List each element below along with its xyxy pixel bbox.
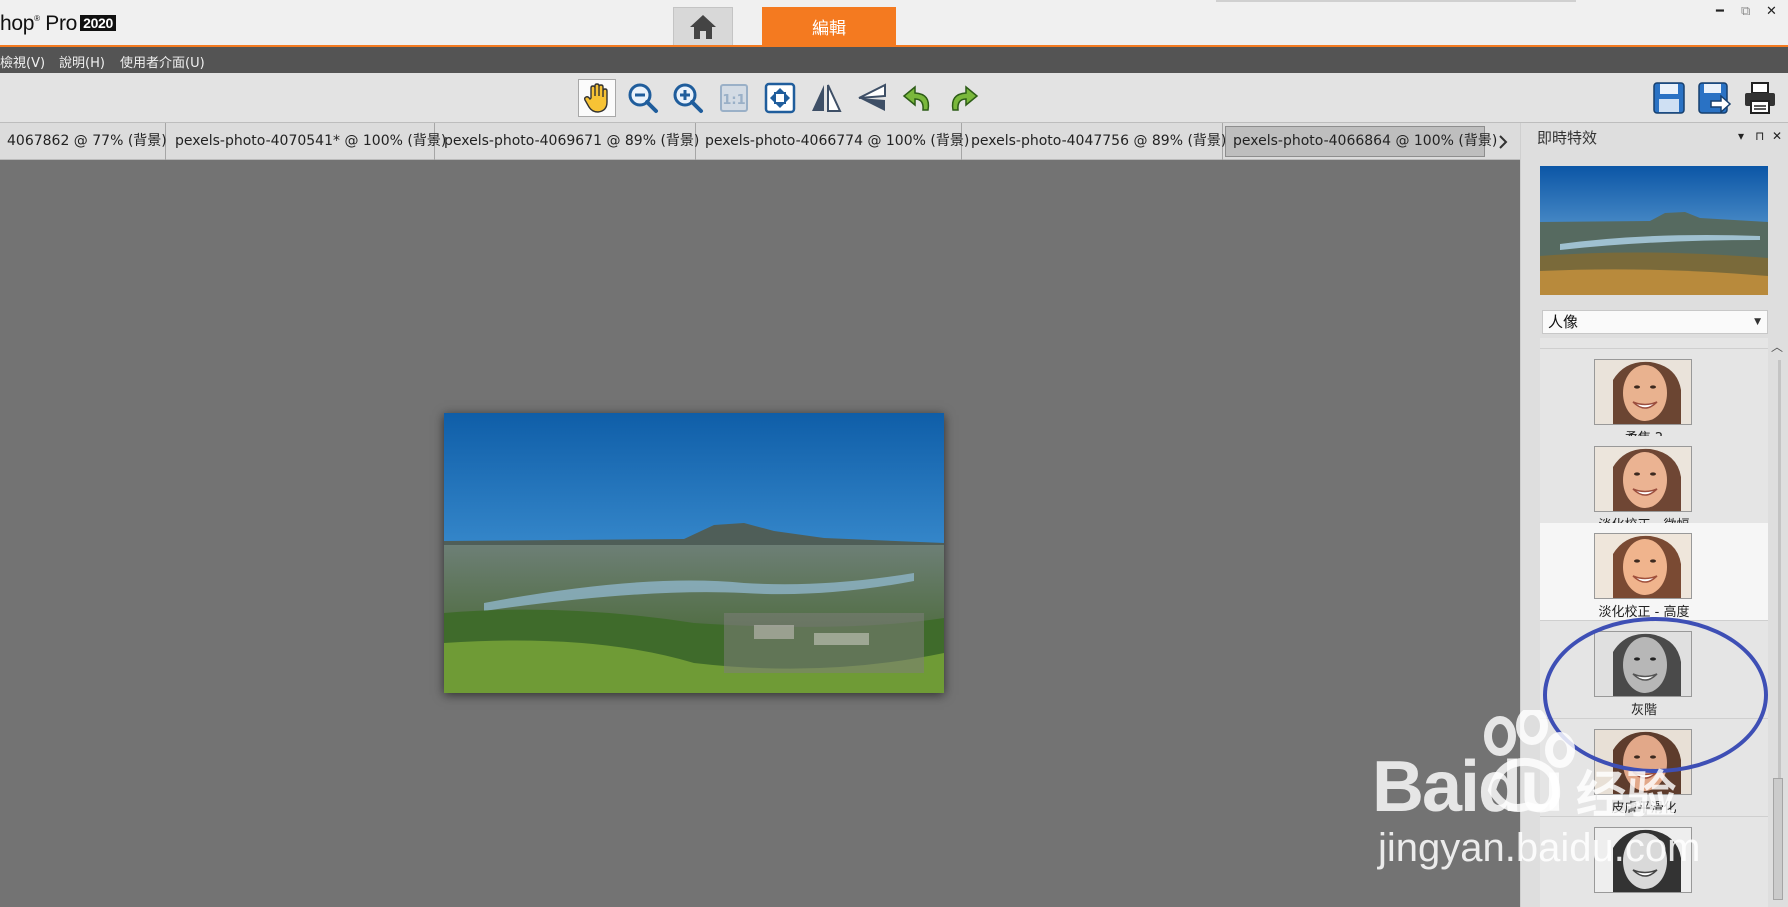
zoom-in-icon bbox=[673, 83, 703, 113]
rotate-right-icon bbox=[951, 85, 979, 111]
actual-size-text: 1:1 bbox=[722, 93, 745, 108]
doc-tab-4047756[interactable]: pexels-photo-4047756 @ 89% (背景) bbox=[964, 123, 1226, 160]
save-tool[interactable] bbox=[1650, 79, 1688, 117]
effect-thumbnail bbox=[1594, 533, 1692, 599]
rotate-left-tool[interactable] bbox=[899, 79, 937, 117]
panel-close-button[interactable]: ✕ bbox=[1772, 129, 1782, 143]
actual-size-icon: 1:1 bbox=[720, 84, 748, 112]
top-strip bbox=[1216, 0, 1576, 2]
effect-thumbnail bbox=[1594, 446, 1692, 512]
panel-pin-button[interactable]: ⊓ bbox=[1755, 129, 1764, 143]
effect-preview bbox=[1540, 166, 1768, 295]
chevron-down-icon: ▼ bbox=[1754, 317, 1761, 327]
watermark-url: jingyan.baidu.com bbox=[1378, 826, 1701, 870]
print-icon bbox=[1745, 82, 1775, 114]
tab-scroll-button[interactable] bbox=[1490, 123, 1516, 160]
pan-tool[interactable] bbox=[578, 79, 616, 117]
toolbar: 1:1 bbox=[0, 73, 1788, 123]
app-year-badge: 2020 bbox=[80, 15, 117, 31]
panel-title: 即時特效 bbox=[1537, 129, 1598, 147]
scroll-thumb[interactable] bbox=[1773, 778, 1783, 900]
preview-image bbox=[1540, 166, 1768, 295]
rotate-right-tool[interactable] bbox=[944, 79, 982, 117]
portrait-thumbnail bbox=[1595, 534, 1691, 598]
portrait-thumbnail bbox=[1595, 447, 1691, 511]
menu-help[interactable]: 說明(H) bbox=[59, 52, 105, 71]
flip-vertical-tool[interactable] bbox=[853, 79, 891, 117]
document-tabs: 4067862 @ 77% (背景) pexels-photo-4070541*… bbox=[0, 123, 1520, 160]
menu-user-interface[interactable]: 使用者介面(U) bbox=[120, 52, 205, 71]
save-as-icon bbox=[1698, 82, 1731, 114]
doc-tab-4066864[interactable]: pexels-photo-4066864 @ 100% (背景) bbox=[1225, 126, 1497, 157]
zoom-out-tool[interactable] bbox=[624, 79, 662, 117]
close-button[interactable]: ✕ bbox=[1766, 4, 1777, 19]
portrait-thumbnail bbox=[1595, 360, 1691, 424]
title-bar: hop® Pro 2020 編輯 ━ ⧉ ✕ bbox=[0, 0, 1788, 47]
watermark-brand: Baidu bbox=[1372, 747, 1564, 827]
menu-bar: 檢視(V) 說明(H) 使用者介面(U) bbox=[0, 47, 1788, 73]
menu-view[interactable]: 檢視(V) bbox=[0, 52, 45, 71]
fit-window-tool[interactable] bbox=[761, 79, 799, 117]
doc-tab-4070541[interactable]: pexels-photo-4070541* @ 100% (背景) bbox=[168, 123, 446, 160]
home-icon bbox=[690, 14, 716, 39]
scroll-up-icon[interactable]: ︿ bbox=[1771, 338, 1783, 355]
watermark-cn: 经验 bbox=[1576, 766, 1676, 824]
effects-scrollbar[interactable]: ︿ bbox=[1770, 338, 1786, 907]
doc-tab-4069671[interactable]: pexels-photo-4069671 @ 89% (背景) bbox=[437, 123, 699, 160]
effect-item[interactable] bbox=[1540, 338, 1768, 349]
city-landscape-image bbox=[444, 413, 944, 693]
restore-button[interactable]: ⧉ bbox=[1741, 4, 1750, 19]
effect-item-fade-correction-high[interactable]: 淡化校正 - 高度 bbox=[1540, 523, 1768, 621]
print-tool[interactable] bbox=[1741, 79, 1779, 117]
image-canvas[interactable] bbox=[0, 160, 1520, 907]
flip-horizontal-tool[interactable] bbox=[807, 79, 845, 117]
doc-tab-4067862[interactable]: 4067862 @ 77% (背景) bbox=[0, 123, 167, 160]
flip-horizontal-icon bbox=[812, 84, 842, 112]
save-icon bbox=[1653, 82, 1685, 114]
hand-icon bbox=[583, 83, 608, 113]
actual-size-tool[interactable]: 1:1 bbox=[715, 79, 753, 117]
effect-thumbnail bbox=[1594, 359, 1692, 425]
minimize-button[interactable]: ━ bbox=[1716, 4, 1724, 19]
landscape-photo[interactable] bbox=[444, 413, 944, 693]
save-as-tool[interactable] bbox=[1695, 79, 1733, 117]
zoom-in-tool[interactable] bbox=[669, 79, 707, 117]
category-select-value: 人像 bbox=[1548, 313, 1579, 331]
effect-item-soft-focus-2[interactable]: 柔焦 2 bbox=[1540, 349, 1768, 447]
flip-vertical-icon bbox=[858, 83, 886, 111]
zoom-out-icon bbox=[628, 83, 658, 113]
panel-menu-button[interactable]: ▾ bbox=[1738, 129, 1744, 143]
app-title: hop® Pro 2020 bbox=[0, 12, 117, 36]
chevron-right-icon bbox=[1499, 134, 1508, 149]
fit-window-icon bbox=[764, 82, 796, 114]
edit-tab[interactable]: 編輯 bbox=[762, 7, 896, 46]
rotate-left-icon bbox=[902, 85, 930, 111]
doc-tab-4066774[interactable]: pexels-photo-4066774 @ 100% (背景) bbox=[698, 123, 969, 160]
home-tab[interactable] bbox=[673, 7, 733, 45]
category-select[interactable]: 人像 ▼ bbox=[1542, 310, 1768, 334]
effect-item-fade-correction-slight[interactable]: 淡化校正 - 微幅 bbox=[1540, 436, 1768, 534]
